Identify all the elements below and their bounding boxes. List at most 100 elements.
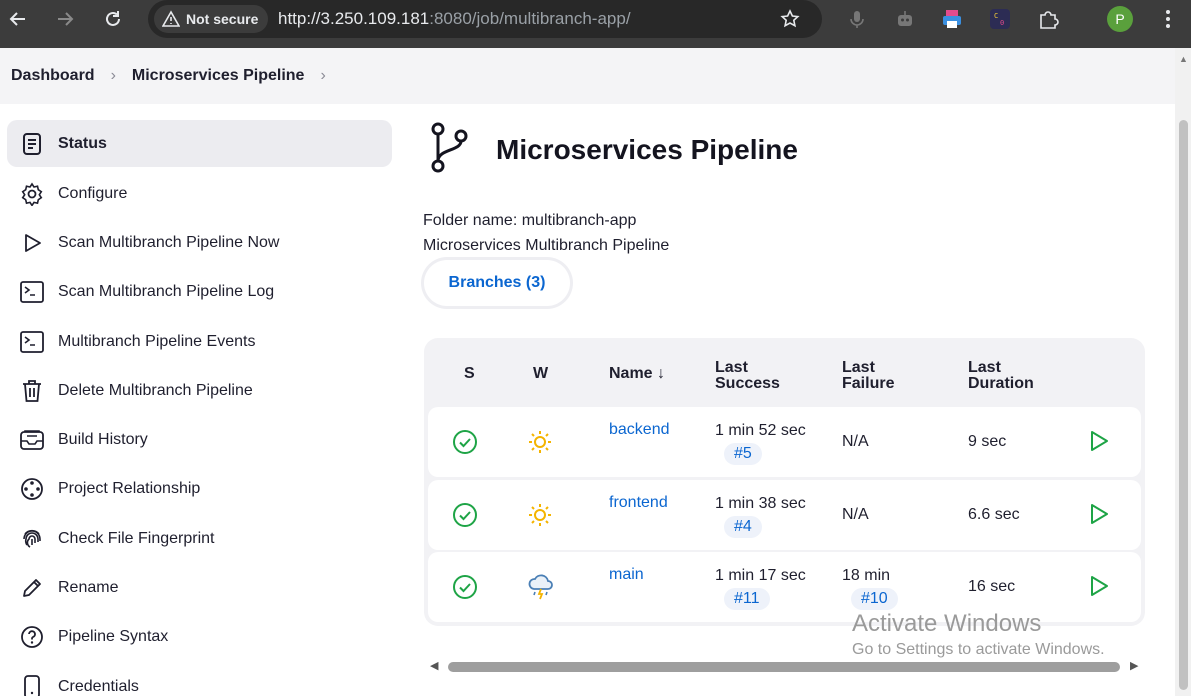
inbox-icon <box>19 427 45 453</box>
robot-extension-icon[interactable] <box>893 7 917 31</box>
mic-icon[interactable] <box>845 7 869 31</box>
security-chip[interactable]: Not secure <box>154 5 269 33</box>
kebab-menu-icon[interactable] <box>1156 7 1180 31</box>
tab-branches[interactable]: Branches (3) <box>424 260 570 306</box>
scroll-left-arrow-icon[interactable]: ◀ <box>430 659 438 672</box>
color-picker-extension-icon[interactable]: C0 <box>988 7 1012 31</box>
url-text[interactable]: http://3.250.109.181:8080/job/multibranc… <box>278 9 631 29</box>
relationship-icon <box>19 476 45 502</box>
sidebar-item-label: Pipeline Syntax <box>58 628 169 646</box>
column-header-name[interactable]: Name ↓ <box>609 366 665 382</box>
table-row: backend 1 min 52 sec #5 N/A 9 sec <box>428 407 1141 477</box>
branches-table: S W Name ↓ Last Success Last Failure Las… <box>424 338 1145 626</box>
success-build-link[interactable]: #5 <box>724 443 762 465</box>
svg-text:0: 0 <box>1000 19 1004 27</box>
document-icon <box>19 131 45 157</box>
sidebar-item-label: Credentials <box>58 677 139 695</box>
last-duration: 9 sec <box>968 433 1007 450</box>
sidebar-item-build-history[interactable]: Build History <box>7 415 392 464</box>
branch-link-backend[interactable]: backend <box>609 421 670 439</box>
fingerprint-icon <box>19 526 45 552</box>
security-label: Not secure <box>186 11 259 27</box>
last-failure-time: N/A <box>842 506 869 523</box>
sidebar-item-rename[interactable]: Rename <box>7 563 392 612</box>
page-title: Microservices Pipeline <box>496 133 798 165</box>
forward-icon[interactable] <box>52 6 78 32</box>
profile-avatar[interactable]: P <box>1107 6 1133 32</box>
branch-link-frontend[interactable]: frontend <box>609 494 668 512</box>
extensions-puzzle-icon[interactable] <box>1036 7 1060 31</box>
last-success-time: 1 min 38 sec <box>715 495 806 512</box>
breadcrumb-dashboard[interactable]: Dashboard <box>11 67 95 85</box>
sidebar-item-project-relationship[interactable]: Project Relationship <box>7 465 392 514</box>
scrollbar-thumb[interactable] <box>1179 120 1188 690</box>
folder-description: Microservices Multibranch Pipeline <box>423 237 670 254</box>
breadcrumb: Dashboard › Microservices Pipeline › <box>0 48 1175 104</box>
browser-toolbar: Not secure http://3.250.109.181:8080/job… <box>0 0 1191 48</box>
reload-icon[interactable] <box>100 6 126 32</box>
chevron-right-icon[interactable]: › <box>320 67 325 85</box>
storm-icon <box>527 572 555 605</box>
warning-icon <box>162 10 180 27</box>
sidebar-item-label: Multibranch Pipeline Events <box>58 332 256 350</box>
play-build-icon[interactable] <box>1088 502 1110 531</box>
sidebar-item-credentials[interactable]: Credentials <box>7 662 392 696</box>
sidebar-item-configure[interactable]: Configure <box>7 169 392 218</box>
success-build-link[interactable]: #11 <box>724 588 770 610</box>
sidebar-item-events[interactable]: Multibranch Pipeline Events <box>7 317 392 366</box>
play-icon <box>19 230 45 256</box>
chevron-right-icon: › <box>110 67 116 84</box>
sidebar-item-delete[interactable]: Delete Multibranch Pipeline <box>7 366 392 415</box>
sidebar-item-scan-log[interactable]: Scan Multibranch Pipeline Log <box>7 268 392 317</box>
sidebar: Status Configure Scan Multibranch Pipeli… <box>7 120 392 696</box>
play-build-icon[interactable] <box>1088 574 1110 603</box>
sidebar-item-label: Scan Multibranch Pipeline Log <box>58 283 275 301</box>
sidebar-item-label: Scan Multibranch Pipeline Now <box>58 233 280 251</box>
activate-windows-hint: Go to Settings to activate Windows. <box>852 641 1105 658</box>
star-icon[interactable] <box>778 7 802 31</box>
column-header-last-duration[interactable]: Last Duration <box>968 360 1034 392</box>
column-header-weather[interactable]: W <box>533 366 548 382</box>
address-bar[interactable]: Not secure http://3.250.109.181:8080/job… <box>148 0 822 38</box>
horizontal-scrollbar[interactable]: ◀ ▶ <box>428 658 1140 674</box>
last-failure-time: N/A <box>842 433 869 450</box>
terminal-icon <box>19 279 45 305</box>
success-check-icon <box>452 429 478 460</box>
success-check-icon <box>452 574 478 605</box>
success-build-link[interactable]: #4 <box>724 516 762 538</box>
column-header-last-success[interactable]: Last Success <box>715 360 780 392</box>
folder-name: Folder name: multibranch-app <box>423 212 637 229</box>
play-build-icon[interactable] <box>1088 429 1110 458</box>
sidebar-item-status[interactable]: Status <box>7 120 392 167</box>
column-header-last-failure[interactable]: Last Failure <box>842 360 894 392</box>
vertical-scrollbar[interactable]: ▲ <box>1175 48 1191 696</box>
success-check-icon <box>452 502 478 533</box>
scroll-right-arrow-icon[interactable]: ▶ <box>1130 659 1138 672</box>
page-header: Microservices Pipeline <box>428 120 798 179</box>
back-icon[interactable] <box>5 6 31 32</box>
breadcrumb-microservices-pipeline[interactable]: Microservices Pipeline <box>132 67 305 85</box>
table-row: frontend 1 min 38 sec #4 N/A 6.6 sec <box>428 480 1141 550</box>
pencil-icon <box>19 575 45 601</box>
trash-icon <box>19 378 45 404</box>
sidebar-item-label: Project Relationship <box>58 480 201 498</box>
sidebar-item-pipeline-syntax[interactable]: Pipeline Syntax <box>7 613 392 662</box>
phone-icon <box>19 674 45 696</box>
svg-text:C: C <box>994 12 998 20</box>
sidebar-item-label: Configure <box>58 184 128 202</box>
last-failure-time: 18 min <box>842 567 891 584</box>
terminal-icon <box>19 329 45 355</box>
scroll-up-arrow-icon[interactable]: ▲ <box>1179 54 1188 64</box>
sunny-icon <box>527 429 553 460</box>
sidebar-item-scan-now[interactable]: Scan Multibranch Pipeline Now <box>7 218 392 267</box>
printer-extension-icon[interactable] <box>940 7 964 31</box>
column-header-status[interactable]: S <box>464 366 475 382</box>
sidebar-item-fingerprint[interactable]: Check File Fingerprint <box>7 514 392 563</box>
horizontal-scrollbar-thumb[interactable] <box>448 662 1120 672</box>
branch-link-main[interactable]: main <box>609 566 644 584</box>
sidebar-item-label: Check File Fingerprint <box>58 529 215 547</box>
sidebar-item-label: Status <box>58 134 107 152</box>
gear-icon <box>19 181 45 207</box>
failure-build-link[interactable]: #10 <box>851 588 898 610</box>
help-icon <box>19 624 45 650</box>
